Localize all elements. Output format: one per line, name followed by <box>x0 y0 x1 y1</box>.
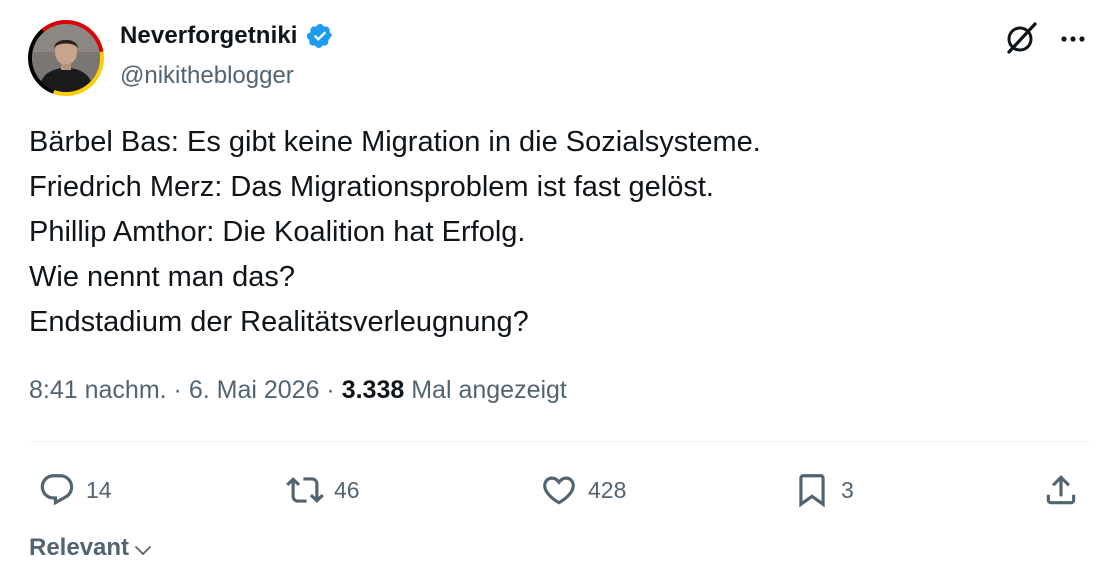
action-bar: 14 46 428 3 <box>0 468 1119 512</box>
tweet-text: Bärbel Bas: Es gibt keine Migration in d… <box>29 120 1089 345</box>
grok-icon[interactable] <box>1003 20 1039 56</box>
views-label: Mal angezeigt <box>411 376 567 404</box>
tweet-line: Bärbel Bas: Es gibt keine Migration in d… <box>29 126 761 158</box>
like-button[interactable]: 428 <box>540 468 626 512</box>
meta-separator: · <box>326 376 335 404</box>
share-button[interactable] <box>1042 468 1080 512</box>
tweet-meta: 8:41 nachm. · 6. Mai 2026 · 3.338 Mal an… <box>29 376 567 405</box>
divider <box>29 441 1090 442</box>
bookmark-count: 3 <box>841 476 854 503</box>
tweet-line: Phillip Amthor: Die Koalition hat Erfolg… <box>29 216 526 248</box>
bookmark-button[interactable]: 3 <box>793 468 854 512</box>
more-options-icon[interactable] <box>1056 22 1090 56</box>
verified-badge-icon[interactable] <box>306 22 334 50</box>
meta-separator: · <box>173 376 182 404</box>
views-count: 3.338 <box>341 376 405 404</box>
author-display-name[interactable]: Neverforgetniki <box>120 22 298 50</box>
avatar[interactable] <box>32 24 100 92</box>
tweet-timestamp-link[interactable]: 8:41 nachm. · 6. Mai 2026 <box>29 376 319 404</box>
tweet-line: Friedrich Merz: Das Migrationsproblem is… <box>29 171 714 203</box>
repost-icon <box>286 477 324 503</box>
tweet-time: 8:41 nachm. <box>29 376 167 404</box>
like-count: 428 <box>588 476 627 503</box>
reply-icon <box>40 474 74 506</box>
author-handle[interactable]: @nikitheblogger <box>120 62 294 90</box>
share-icon <box>1046 475 1076 505</box>
repost-button[interactable]: 46 <box>286 468 360 512</box>
tweet-line: Wie nennt man das? <box>29 261 295 293</box>
reply-count: 14 <box>86 476 112 503</box>
avatar-ring[interactable] <box>28 20 104 96</box>
heart-icon <box>543 476 575 505</box>
tweet-date: 6. Mai 2026 <box>188 376 320 404</box>
author-name-row: Neverforgetniki <box>120 22 334 50</box>
chevron-down-icon <box>135 546 151 555</box>
reply-button[interactable]: 14 <box>38 468 112 512</box>
sort-label: Relevant <box>29 534 130 561</box>
replies-sort-dropdown[interactable]: Relevant <box>29 534 153 562</box>
bookmark-icon <box>799 474 825 508</box>
tweet-line: Endstadium der Realitätsverleugnung? <box>29 306 529 338</box>
repost-count: 46 <box>334 476 360 503</box>
